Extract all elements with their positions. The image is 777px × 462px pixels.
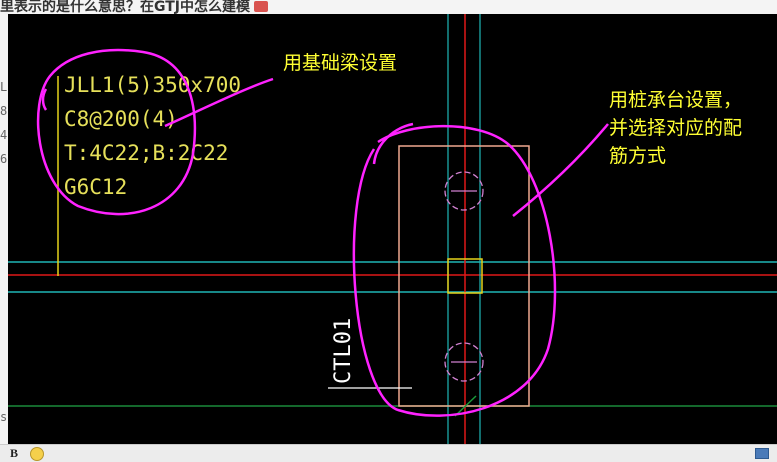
- beam-label-line4: G6C12: [64, 175, 127, 199]
- beam-label-line2: C8@200(4): [64, 107, 178, 131]
- hot-badge-icon: [254, 1, 269, 12]
- annotation-cap-line1: 用桩承台设置，: [609, 89, 742, 111]
- question-title[interactable]: 里表示的是什么意思？在GTJ中怎么建模: [0, 0, 269, 14]
- question-title-bar: 里表示的是什么意思？在GTJ中怎么建模: [0, 0, 777, 14]
- editor-toolbar: B: [0, 444, 777, 462]
- left-strip-char: 8: [0, 104, 8, 118]
- markup-circle-cap: [352, 124, 557, 417]
- cad-drawing-screenshot: CTL01 JLL1(5)350x700 C8@200(4) T:4C22;B:…: [8, 14, 777, 444]
- cad-canvas: CTL01 JLL1(5)350x700 C8@200(4) T:4C22;B:…: [8, 14, 777, 444]
- markup-stroke: [41, 88, 48, 111]
- annotation-beam: 用基础梁设置: [283, 52, 397, 74]
- left-strip-char: L: [0, 80, 8, 94]
- pile-cap-outline: [398, 145, 530, 407]
- annotation-cap-line2: 并选择对应的配: [609, 117, 742, 139]
- question-title-text[interactable]: 里表示的是什么意思？在GTJ中怎么建模: [0, 0, 250, 14]
- bold-icon[interactable]: B: [10, 446, 18, 461]
- beam-label-line3: T:4C22;B:2C22: [64, 141, 228, 165]
- left-strip-char: 6: [0, 152, 8, 166]
- annotation-cap-line3: 筋方式: [609, 145, 666, 167]
- left-strip-char: s: [0, 410, 8, 424]
- beam-label-line1: JLL1(5)350x700: [64, 73, 241, 97]
- emoji-icon[interactable]: [30, 447, 44, 461]
- left-page-strip: L 8 4 6 s: [0, 14, 8, 444]
- cap-label: CTL01: [331, 318, 356, 384]
- left-strip-char: 4: [0, 128, 8, 142]
- message-icon[interactable]: [755, 448, 769, 459]
